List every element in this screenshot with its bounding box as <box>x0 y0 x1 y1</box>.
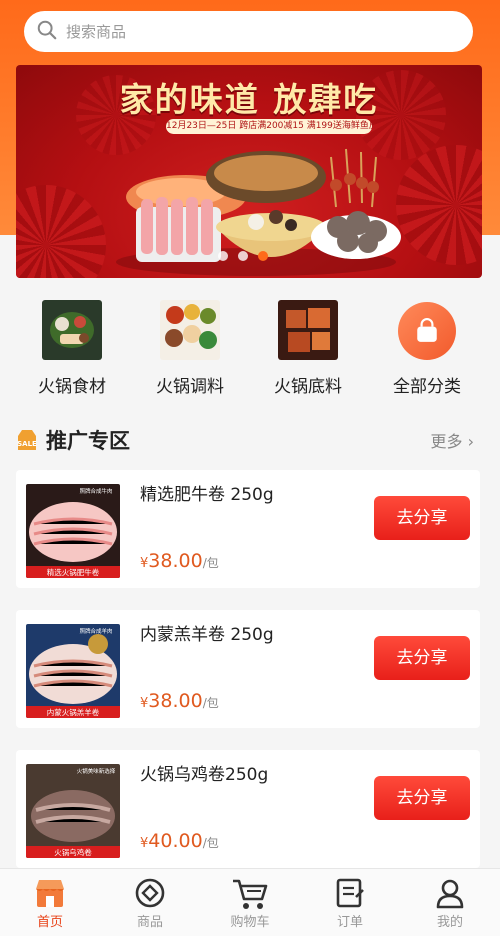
category-all[interactable]: 全部分类 <box>367 300 487 397</box>
svg-text:火锅美味新选择: 火锅美味新选择 <box>77 767 116 775</box>
search-bar[interactable]: 搜索商品 <box>24 11 473 52</box>
product-thumbnail: 精选火锅肥牛卷 照牌合成牛肉 <box>26 484 120 578</box>
shopping-bag-icon <box>398 302 456 360</box>
svg-text:照牌合成羊肉: 照牌合成羊肉 <box>79 627 112 635</box>
share-button[interactable]: 去分享 <box>374 496 470 540</box>
tab-label: 首页 <box>36 915 63 930</box>
sauces-photo <box>160 300 220 360</box>
svg-text:SALE: SALE <box>17 440 37 448</box>
shop-icon <box>0 869 100 911</box>
svg-text:内蒙火锅羔羊卷: 内蒙火锅羔羊卷 <box>47 707 100 717</box>
soup-base-photo <box>278 300 338 360</box>
section-title: 推广专区 <box>46 429 130 453</box>
svg-text:火锅乌鸡卷: 火锅乌鸡卷 <box>54 847 92 857</box>
svg-text:照牌合成牛肉: 照牌合成牛肉 <box>79 487 112 495</box>
product-card[interactable]: 内蒙火锅羔羊卷 照牌合成羊肉 内蒙羔羊卷 250g ¥38.00/包 去分享 <box>16 610 480 728</box>
category-label: 火锅底料 <box>274 377 342 397</box>
order-icon <box>300 869 400 911</box>
tab-products[interactable]: 商品 <box>100 869 200 930</box>
more-label: 更多 <box>430 432 463 451</box>
share-button[interactable]: 去分享 <box>374 636 470 680</box>
carousel-dot-active[interactable] <box>258 251 268 261</box>
product-name: 精选肥牛卷 250g <box>140 485 274 505</box>
search-placeholder: 搜索商品 <box>66 23 127 41</box>
product-price: ¥40.00/包 <box>140 830 219 852</box>
cart-icon <box>200 869 300 911</box>
category-label: 火锅食材 <box>38 377 106 397</box>
tab-profile[interactable]: 我的 <box>400 869 500 930</box>
product-card[interactable]: 火锅乌鸡卷 火锅美味新选择 火锅乌鸡卷250g ¥40.00/包 去分享 <box>16 750 480 868</box>
category-label: 全部分类 <box>393 377 461 397</box>
tab-home[interactable]: 首页 <box>0 869 100 930</box>
carousel-dots[interactable] <box>218 251 268 261</box>
tab-orders[interactable]: 订单 <box>300 869 400 930</box>
carousel-dot[interactable] <box>238 251 248 261</box>
category-hotpot-soup-base[interactable]: 火锅底料 <box>248 300 368 397</box>
tab-cart[interactable]: 购物车 <box>200 869 300 930</box>
banner-title: 家的味道 放肆吃 <box>119 80 379 119</box>
product-price: ¥38.00/包 <box>140 690 219 712</box>
tab-label: 我的 <box>436 915 463 930</box>
tag-icon <box>100 869 200 911</box>
fan-decoration <box>396 145 482 265</box>
chevron-right-icon: › <box>467 432 474 451</box>
svg-text:精选火锅肥牛卷: 精选火锅肥牛卷 <box>47 567 100 577</box>
category-hotpot-sauces[interactable]: 火锅调料 <box>130 300 250 397</box>
product-price: ¥38.00/包 <box>140 550 219 572</box>
promo-banner[interactable]: 家的味道 放肆吃 12月23日—25日 跨店满200减15 满199送海鲜鱼皮1… <box>16 65 482 278</box>
ingredients-photo <box>42 300 102 360</box>
category-grid: 火锅食材 火锅调料 火锅底料 全部分类 <box>0 300 500 400</box>
search-icon <box>36 19 58 45</box>
product-thumbnail: 内蒙火锅羔羊卷 照牌合成羊肉 <box>26 624 120 718</box>
fan-decoration <box>16 185 106 278</box>
product-name: 火锅乌鸡卷250g <box>140 765 269 785</box>
tab-label: 购物车 <box>230 915 270 930</box>
carousel-dot[interactable] <box>218 251 228 261</box>
more-link[interactable]: 更多 › <box>430 428 474 452</box>
bottom-tab-bar: 首页 商品 购物车 订单 我的 <box>0 868 500 936</box>
product-thumbnail: 火锅乌鸡卷 火锅美味新选择 <box>26 764 120 858</box>
share-button[interactable]: 去分享 <box>374 776 470 820</box>
promotion-section-header: SALE 推广专区 更多 › <box>16 424 482 456</box>
tab-label: 商品 <box>136 915 163 930</box>
product-card[interactable]: 精选火锅肥牛卷 照牌合成牛肉 精选肥牛卷 250g ¥38.00/包 去分享 <box>16 470 480 588</box>
category-hotpot-ingredients[interactable]: 火锅食材 <box>12 300 132 397</box>
sale-tag-icon: SALE <box>16 428 38 452</box>
product-name: 内蒙羔羊卷 250g <box>140 625 274 645</box>
tab-label: 订单 <box>336 915 363 930</box>
user-icon <box>400 869 500 911</box>
banner-subtitle: 12月23日—25日 跨店满200减15 满199送海鲜鱼皮1份 <box>166 119 372 134</box>
category-label: 火锅调料 <box>156 377 224 397</box>
